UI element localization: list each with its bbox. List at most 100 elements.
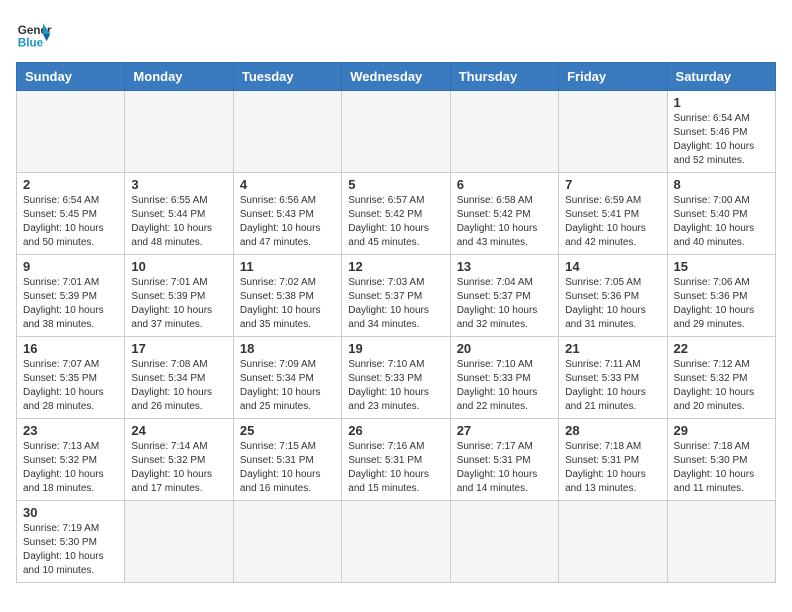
day-info: Sunrise: 7:07 AMSunset: 5:35 PMDaylight:… xyxy=(23,358,118,414)
day-number: 29 xyxy=(674,423,769,438)
day-info: Sunrise: 7:15 AMSunset: 5:31 PMDaylight:… xyxy=(240,440,335,496)
calendar-cell xyxy=(125,91,233,173)
calendar-week-row: 30 Sunrise: 7:19 AMSunset: 5:30 PMDayligh… xyxy=(17,501,776,583)
day-number: 26 xyxy=(348,423,443,438)
day-number: 22 xyxy=(674,341,769,356)
day-info: Sunrise: 6:54 AMSunset: 5:46 PMDaylight:… xyxy=(674,112,769,168)
calendar-cell: 28Sunrise: 7:18 AMSunset: 5:31 PMDayligh… xyxy=(559,419,667,501)
calendar-cell: 2 Sunrise: 6:54 AMSunset: 5:45 PMDaylight… xyxy=(17,173,125,255)
calendar-cell: 24 Sunrise: 7:14 AMSunset: 5:32 PMDayligh… xyxy=(125,419,233,501)
day-info: Sunrise: 7:13 AMSunset: 5:32 PMDaylight:… xyxy=(23,440,118,496)
day-info: Sunrise: 7:02 AMSunset: 5:38 PMDaylight:… xyxy=(240,276,335,332)
calendar-cell xyxy=(342,91,450,173)
calendar-cell xyxy=(17,91,125,173)
day-number: 2 xyxy=(23,177,118,192)
calendar-table: SundayMondayTuesdayWednesdayThursdayFrid… xyxy=(16,62,776,583)
day-number: 1 xyxy=(674,95,769,110)
day-info: Sunrise: 7:05 AMSunset: 5:36 PMDaylight:… xyxy=(565,276,660,332)
weekday-header-tuesday: Tuesday xyxy=(233,63,341,91)
day-info: Sunrise: 7:06 AMSunset: 5:36 PMDaylight:… xyxy=(674,276,769,332)
day-number: 13 xyxy=(457,259,552,274)
day-number: 14 xyxy=(565,259,660,274)
calendar-cell: 25 Sunrise: 7:15 AMSunset: 5:31 PMDayligh… xyxy=(233,419,341,501)
calendar-cell: 27Sunrise: 7:17 AMSunset: 5:31 PMDayligh… xyxy=(450,419,558,501)
calendar-cell: 8 Sunrise: 7:00 AMSunset: 5:40 PMDaylight… xyxy=(667,173,775,255)
day-number: 30 xyxy=(23,505,118,520)
weekday-header-friday: Friday xyxy=(559,63,667,91)
day-info: Sunrise: 6:58 AMSunset: 5:42 PMDaylight:… xyxy=(457,194,552,250)
day-info: Sunrise: 7:04 AMSunset: 5:37 PMDaylight:… xyxy=(457,276,552,332)
day-info: Sunrise: 7:10 AMSunset: 5:33 PMDaylight:… xyxy=(348,358,443,414)
calendar-week-row: 1 Sunrise: 6:54 AMSunset: 5:46 PMDaylight… xyxy=(17,91,776,173)
day-number: 6 xyxy=(457,177,552,192)
logo: General Blue xyxy=(16,16,52,52)
calendar-cell: 30 Sunrise: 7:19 AMSunset: 5:30 PMDayligh… xyxy=(17,501,125,583)
calendar-cell: 16 Sunrise: 7:07 AMSunset: 5:35 PMDayligh… xyxy=(17,337,125,419)
day-number: 5 xyxy=(348,177,443,192)
weekday-header-row: SundayMondayTuesdayWednesdayThursdayFrid… xyxy=(17,63,776,91)
day-info: Sunrise: 7:01 AMSunset: 5:39 PMDaylight:… xyxy=(23,276,118,332)
calendar-cell: 29 Sunrise: 7:18 AMSunset: 5:30 PMDayligh… xyxy=(667,419,775,501)
calendar-cell: 6 Sunrise: 6:58 AMSunset: 5:42 PMDaylight… xyxy=(450,173,558,255)
day-number: 24 xyxy=(131,423,226,438)
day-number: 19 xyxy=(348,341,443,356)
weekday-header-sunday: Sunday xyxy=(17,63,125,91)
calendar-cell: 15 Sunrise: 7:06 AMSunset: 5:36 PMDayligh… xyxy=(667,255,775,337)
day-info: Sunrise: 7:14 AMSunset: 5:32 PMDaylight:… xyxy=(131,440,226,496)
calendar-cell xyxy=(559,91,667,173)
calendar-week-row: 23 Sunrise: 7:13 AMSunset: 5:32 PMDayligh… xyxy=(17,419,776,501)
calendar-cell: 23 Sunrise: 7:13 AMSunset: 5:32 PMDayligh… xyxy=(17,419,125,501)
calendar-cell xyxy=(450,501,558,583)
day-number: 7 xyxy=(565,177,660,192)
calendar-cell: 7 Sunrise: 6:59 AMSunset: 5:41 PMDaylight… xyxy=(559,173,667,255)
page-header: General Blue xyxy=(16,16,776,52)
day-info: Sunrise: 7:18 AMSunset: 5:30 PMDaylight:… xyxy=(674,440,769,496)
calendar-cell: 12 Sunrise: 7:03 AMSunset: 5:37 PMDayligh… xyxy=(342,255,450,337)
day-number: 3 xyxy=(131,177,226,192)
calendar-cell: 1 Sunrise: 6:54 AMSunset: 5:46 PMDaylight… xyxy=(667,91,775,173)
day-number: 18 xyxy=(240,341,335,356)
svg-text:Blue: Blue xyxy=(18,37,44,50)
calendar-cell: 3 Sunrise: 6:55 AMSunset: 5:44 PMDaylight… xyxy=(125,173,233,255)
calendar-cell: 9 Sunrise: 7:01 AMSunset: 5:39 PMDaylight… xyxy=(17,255,125,337)
day-info: Sunrise: 6:59 AMSunset: 5:41 PMDaylight:… xyxy=(565,194,660,250)
day-info: Sunrise: 7:18 AMSunset: 5:31 PMDaylight:… xyxy=(565,440,660,496)
day-info: Sunrise: 6:54 AMSunset: 5:45 PMDaylight:… xyxy=(23,194,118,250)
day-info: Sunrise: 7:16 AMSunset: 5:31 PMDaylight:… xyxy=(348,440,443,496)
day-info: Sunrise: 7:03 AMSunset: 5:37 PMDaylight:… xyxy=(348,276,443,332)
day-info: Sunrise: 7:10 AMSunset: 5:33 PMDaylight:… xyxy=(457,358,552,414)
day-info: Sunrise: 6:55 AMSunset: 5:44 PMDaylight:… xyxy=(131,194,226,250)
day-info: Sunrise: 7:19 AMSunset: 5:30 PMDaylight:… xyxy=(23,522,118,578)
day-number: 15 xyxy=(674,259,769,274)
calendar-cell xyxy=(125,501,233,583)
calendar-cell: 17 Sunrise: 7:08 AMSunset: 5:34 PMDayligh… xyxy=(125,337,233,419)
calendar-cell: 13 Sunrise: 7:04 AMSunset: 5:37 PMDayligh… xyxy=(450,255,558,337)
day-number: 12 xyxy=(348,259,443,274)
day-info: Sunrise: 6:56 AMSunset: 5:43 PMDaylight:… xyxy=(240,194,335,250)
day-number: 17 xyxy=(131,341,226,356)
calendar-cell: 19 Sunrise: 7:10 AMSunset: 5:33 PMDayligh… xyxy=(342,337,450,419)
calendar-week-row: 16 Sunrise: 7:07 AMSunset: 5:35 PMDayligh… xyxy=(17,337,776,419)
day-number: 8 xyxy=(674,177,769,192)
calendar-cell: 18Sunrise: 7:09 AMSunset: 5:34 PMDayligh… xyxy=(233,337,341,419)
day-number: 25 xyxy=(240,423,335,438)
day-number: 20 xyxy=(457,341,552,356)
day-info: Sunrise: 6:57 AMSunset: 5:42 PMDaylight:… xyxy=(348,194,443,250)
day-info: Sunrise: 7:08 AMSunset: 5:34 PMDaylight:… xyxy=(131,358,226,414)
day-info: Sunrise: 7:00 AMSunset: 5:40 PMDaylight:… xyxy=(674,194,769,250)
day-number: 16 xyxy=(23,341,118,356)
calendar-cell: 5 Sunrise: 6:57 AMSunset: 5:42 PMDaylight… xyxy=(342,173,450,255)
calendar-cell xyxy=(450,91,558,173)
calendar-cell xyxy=(233,501,341,583)
calendar-cell xyxy=(559,501,667,583)
day-number: 23 xyxy=(23,423,118,438)
calendar-cell: 22Sunrise: 7:12 AMSunset: 5:32 PMDayligh… xyxy=(667,337,775,419)
calendar-week-row: 9 Sunrise: 7:01 AMSunset: 5:39 PMDaylight… xyxy=(17,255,776,337)
day-info: Sunrise: 7:01 AMSunset: 5:39 PMDaylight:… xyxy=(131,276,226,332)
weekday-header-monday: Monday xyxy=(125,63,233,91)
calendar-cell xyxy=(233,91,341,173)
logo-icon: General Blue xyxy=(16,16,52,52)
day-info: Sunrise: 7:17 AMSunset: 5:31 PMDaylight:… xyxy=(457,440,552,496)
calendar-cell xyxy=(342,501,450,583)
day-number: 9 xyxy=(23,259,118,274)
